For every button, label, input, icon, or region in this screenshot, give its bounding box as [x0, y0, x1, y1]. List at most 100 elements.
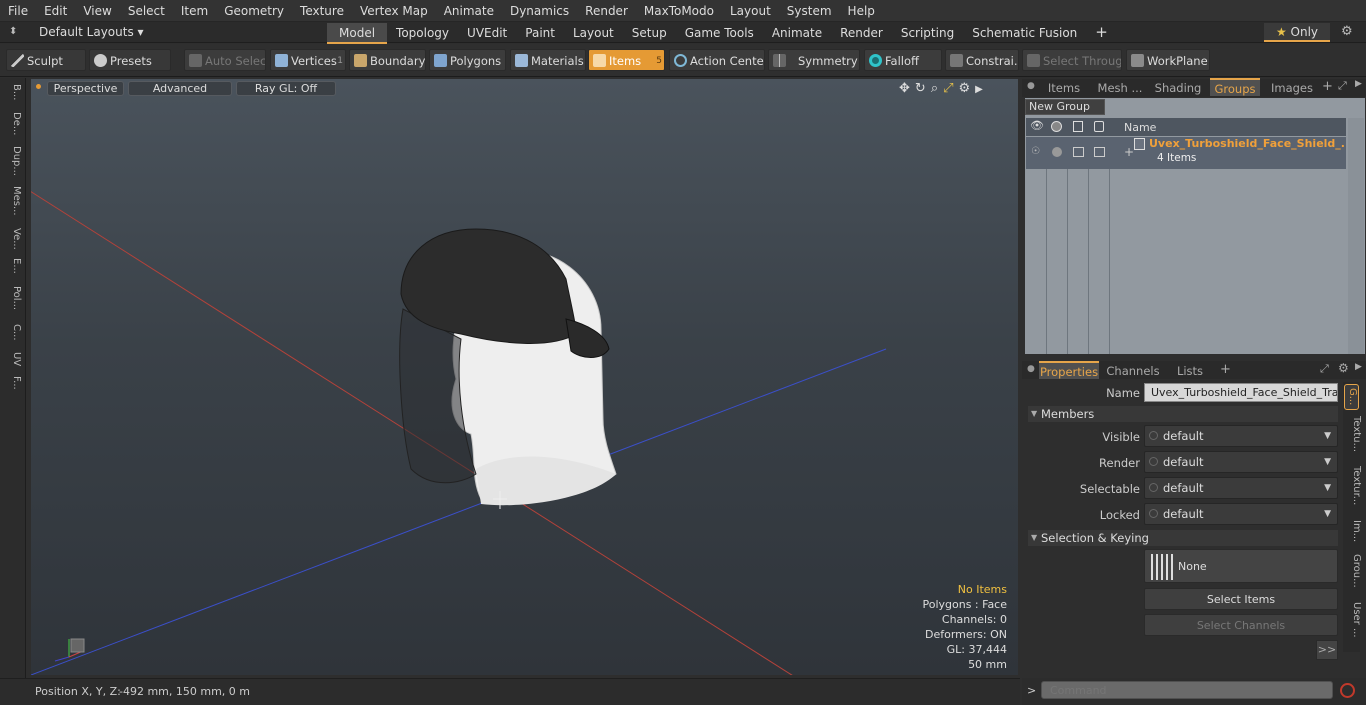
- render-icon[interactable]: [1051, 121, 1062, 132]
- 3d-viewport[interactable]: Perspective Advanced Ray GL: Off ✥↻⌕⤢⚙▶ …: [31, 79, 1018, 675]
- action-center-button[interactable]: Action Center: [669, 49, 765, 71]
- side-tab-user[interactable]: User ...: [1344, 602, 1362, 638]
- items-button[interactable]: Items 5: [588, 49, 665, 71]
- group-name-field[interactable]: Uvex_Turboshield_Face_Shield_Transp: [1144, 383, 1338, 402]
- add-props-tab-icon[interactable]: +: [1220, 362, 1231, 377]
- menu-vertex-map[interactable]: Vertex Map: [352, 0, 436, 22]
- tab-channels[interactable]: Channels: [1105, 362, 1161, 380]
- render-dropdown[interactable]: default ▼: [1144, 451, 1338, 473]
- command-input[interactable]: [1041, 681, 1333, 699]
- selection-keying-section[interactable]: ▼ Selection & Keying: [1028, 530, 1338, 546]
- row-render-icon[interactable]: [1052, 147, 1062, 157]
- members-section[interactable]: ▼ Members: [1028, 406, 1338, 422]
- props-gear-icon[interactable]: ⚙: [1338, 361, 1349, 375]
- menu-geometry[interactable]: Geometry: [216, 0, 292, 22]
- left-tab-basic[interactable]: B...: [4, 84, 22, 100]
- select-items-button[interactable]: Select Items: [1144, 588, 1338, 610]
- gear-icon[interactable]: ⚙: [1341, 24, 1353, 39]
- materials-button[interactable]: Materials: [510, 49, 586, 71]
- tab-uvedit[interactable]: UVEdit: [458, 23, 516, 44]
- tab-lists[interactable]: Lists: [1168, 362, 1212, 380]
- menu-texture[interactable]: Texture: [292, 0, 352, 22]
- vertices-button[interactable]: Vertices 1: [270, 49, 346, 71]
- side-tab-group-2[interactable]: Grou...: [1344, 554, 1362, 588]
- tab-paint[interactable]: Paint: [516, 23, 564, 44]
- row-lock-checkbox[interactable]: [1073, 147, 1084, 157]
- left-tab-edge[interactable]: E...: [4, 258, 22, 274]
- tab-scripting[interactable]: Scripting: [892, 23, 963, 44]
- tab-properties[interactable]: Properties: [1039, 361, 1099, 379]
- tab-topology[interactable]: Topology: [387, 23, 458, 44]
- left-tab-deform[interactable]: De...: [4, 112, 22, 135]
- tab-images[interactable]: Images: [1266, 79, 1318, 97]
- select-channels-button[interactable]: Select Channels: [1144, 614, 1338, 636]
- workplane-button[interactable]: WorkPlane: [1126, 49, 1210, 71]
- groups-scrollbar[interactable]: [1348, 118, 1364, 354]
- side-tab-image[interactable]: Im...: [1344, 520, 1362, 542]
- auto-select-button[interactable]: Auto Select: [184, 49, 266, 71]
- menu-item[interactable]: Item: [173, 0, 216, 22]
- panel-expand-icon[interactable]: ⤢: [1338, 79, 1347, 93]
- menu-view[interactable]: View: [75, 0, 119, 22]
- props-arrow-icon[interactable]: ▶: [1355, 362, 1362, 372]
- menu-select[interactable]: Select: [120, 0, 173, 22]
- side-tab-texture[interactable]: Textu...: [1344, 416, 1362, 452]
- select-through-button[interactable]: Select Through: [1022, 49, 1122, 71]
- menu-file[interactable]: File: [0, 0, 36, 22]
- lock-icon[interactable]: [1073, 121, 1083, 132]
- add-panel-tab-icon[interactable]: +: [1322, 79, 1333, 94]
- tab-shading[interactable]: Shading: [1152, 79, 1204, 97]
- tab-schematic-fusion[interactable]: Schematic Fusion: [963, 23, 1086, 44]
- tab-render[interactable]: Render: [831, 23, 892, 44]
- record-icon[interactable]: [1340, 683, 1355, 698]
- visible-dropdown[interactable]: default ▼: [1144, 425, 1338, 447]
- menu-render[interactable]: Render: [577, 0, 636, 22]
- name-column-header[interactable]: Name: [1124, 121, 1156, 134]
- left-tab-vertex[interactable]: Ve...: [4, 228, 22, 250]
- menu-system[interactable]: System: [779, 0, 840, 22]
- sculpt-button[interactable]: Sculpt: [6, 49, 86, 71]
- row-eye-icon[interactable]: ☉: [1031, 146, 1040, 157]
- polygons-button[interactable]: Polygons: [429, 49, 506, 71]
- panel-arrow-icon[interactable]: ▶: [1355, 79, 1362, 89]
- default-layouts-dropdown[interactable]: Default Layouts ▾: [39, 25, 144, 39]
- left-tab-fusion[interactable]: F...: [4, 376, 22, 390]
- tab-items[interactable]: Items: [1040, 79, 1088, 97]
- locked-dropdown[interactable]: default ▼: [1144, 503, 1338, 525]
- left-tab-curve[interactable]: C...: [4, 324, 22, 341]
- expand-icon[interactable]: +: [1124, 145, 1134, 159]
- left-tab-mesh[interactable]: Mes...: [4, 186, 22, 216]
- keying-state-button[interactable]: None: [1144, 549, 1338, 583]
- tab-setup[interactable]: Setup: [623, 23, 676, 44]
- menu-help[interactable]: Help: [840, 0, 883, 22]
- tab-mesh[interactable]: Mesh ...: [1094, 79, 1146, 97]
- left-tab-duplicate[interactable]: Dup...: [4, 146, 22, 176]
- menu-animate[interactable]: Animate: [436, 0, 502, 22]
- tab-game-tools[interactable]: Game Tools: [676, 23, 763, 44]
- props-expand-icon[interactable]: ⤢: [1320, 362, 1329, 376]
- selectable-dropdown[interactable]: default ▼: [1144, 477, 1338, 499]
- visibility-eye-icon[interactable]: 👁: [1030, 119, 1044, 132]
- menu-maxtomodo[interactable]: MaxToModo: [636, 0, 722, 22]
- group-row[interactable]: ☉ + Uvex_Turboshield_Face_Shield_... 4 I…: [1026, 137, 1346, 169]
- menu-layout[interactable]: Layout: [722, 0, 779, 22]
- menu-dynamics[interactable]: Dynamics: [502, 0, 577, 22]
- boundary-button[interactable]: Boundary: [349, 49, 426, 71]
- left-tab-polygon[interactable]: Pol...: [4, 286, 22, 310]
- row-select-checkbox[interactable]: [1094, 147, 1105, 157]
- only-toggle[interactable]: ★ Only: [1264, 23, 1330, 42]
- menu-edit[interactable]: Edit: [36, 0, 75, 22]
- more-button[interactable]: >>: [1316, 640, 1338, 660]
- falloff-button[interactable]: Falloff: [864, 49, 942, 71]
- new-group-button[interactable]: New Group: [1025, 99, 1105, 115]
- add-tab-button[interactable]: +: [1086, 22, 1117, 43]
- tab-animate[interactable]: Animate: [763, 23, 831, 44]
- layouts-icon[interactable]: ⬍: [9, 26, 17, 37]
- side-tab-group[interactable]: G...: [1344, 384, 1359, 410]
- symmetry-button[interactable]: Symmetry: [768, 49, 860, 71]
- props-menu-icon[interactable]: ●: [1027, 364, 1035, 374]
- constraints-button[interactable]: Constrai...: [945, 49, 1019, 71]
- panel-menu-icon[interactable]: ●: [1027, 81, 1035, 91]
- tab-model[interactable]: Model: [327, 23, 388, 44]
- tab-groups[interactable]: Groups: [1210, 78, 1260, 96]
